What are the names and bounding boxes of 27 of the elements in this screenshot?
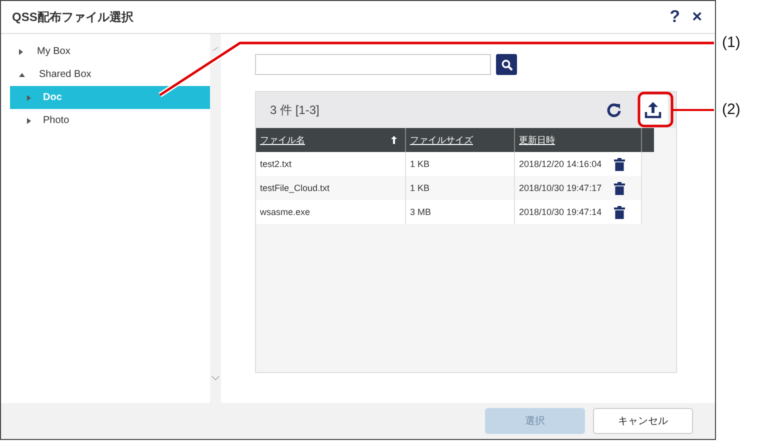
- table-cell: 2018/12/20 14:16:04: [519, 159, 602, 169]
- upload-button[interactable]: [638, 95, 668, 125]
- table-cell: wsasme.exe: [256, 200, 406, 224]
- help-button[interactable]: ?: [666, 7, 684, 27]
- table-cell: 2018/10/30 19:47:14: [519, 207, 602, 217]
- table-cell: 2018/10/30 19:47:17: [519, 183, 602, 193]
- callout-label: (2): [722, 101, 740, 118]
- window-title: QSS配布ファイル選択: [12, 8, 134, 26]
- highlight-frame: [638, 92, 674, 128]
- table-cell: 3 MB: [406, 200, 515, 224]
- tree-item[interactable]: My Box: [1, 40, 210, 63]
- trash-icon[interactable]: [614, 206, 625, 218]
- callout-label: (1): [722, 34, 740, 51]
- refresh-icon: [606, 102, 622, 118]
- trash-icon[interactable]: [614, 182, 625, 194]
- cancel-button[interactable]: キャンセル: [593, 408, 693, 434]
- upload-icon: [644, 101, 662, 119]
- tree-item[interactable]: Shared Box: [1, 63, 210, 86]
- search-field[interactable]: [255, 54, 491, 75]
- tree-item[interactable]: Photo: [1, 109, 210, 132]
- result-count: 3 件 [1-3]: [270, 102, 320, 118]
- search-icon: [500, 58, 512, 70]
- search-button[interactable]: [496, 54, 517, 75]
- close-button[interactable]: ×: [689, 7, 705, 27]
- leader-line: [673, 109, 714, 111]
- sort-arrow-icon: [391, 136, 397, 144]
- trash-icon[interactable]: [614, 158, 625, 170]
